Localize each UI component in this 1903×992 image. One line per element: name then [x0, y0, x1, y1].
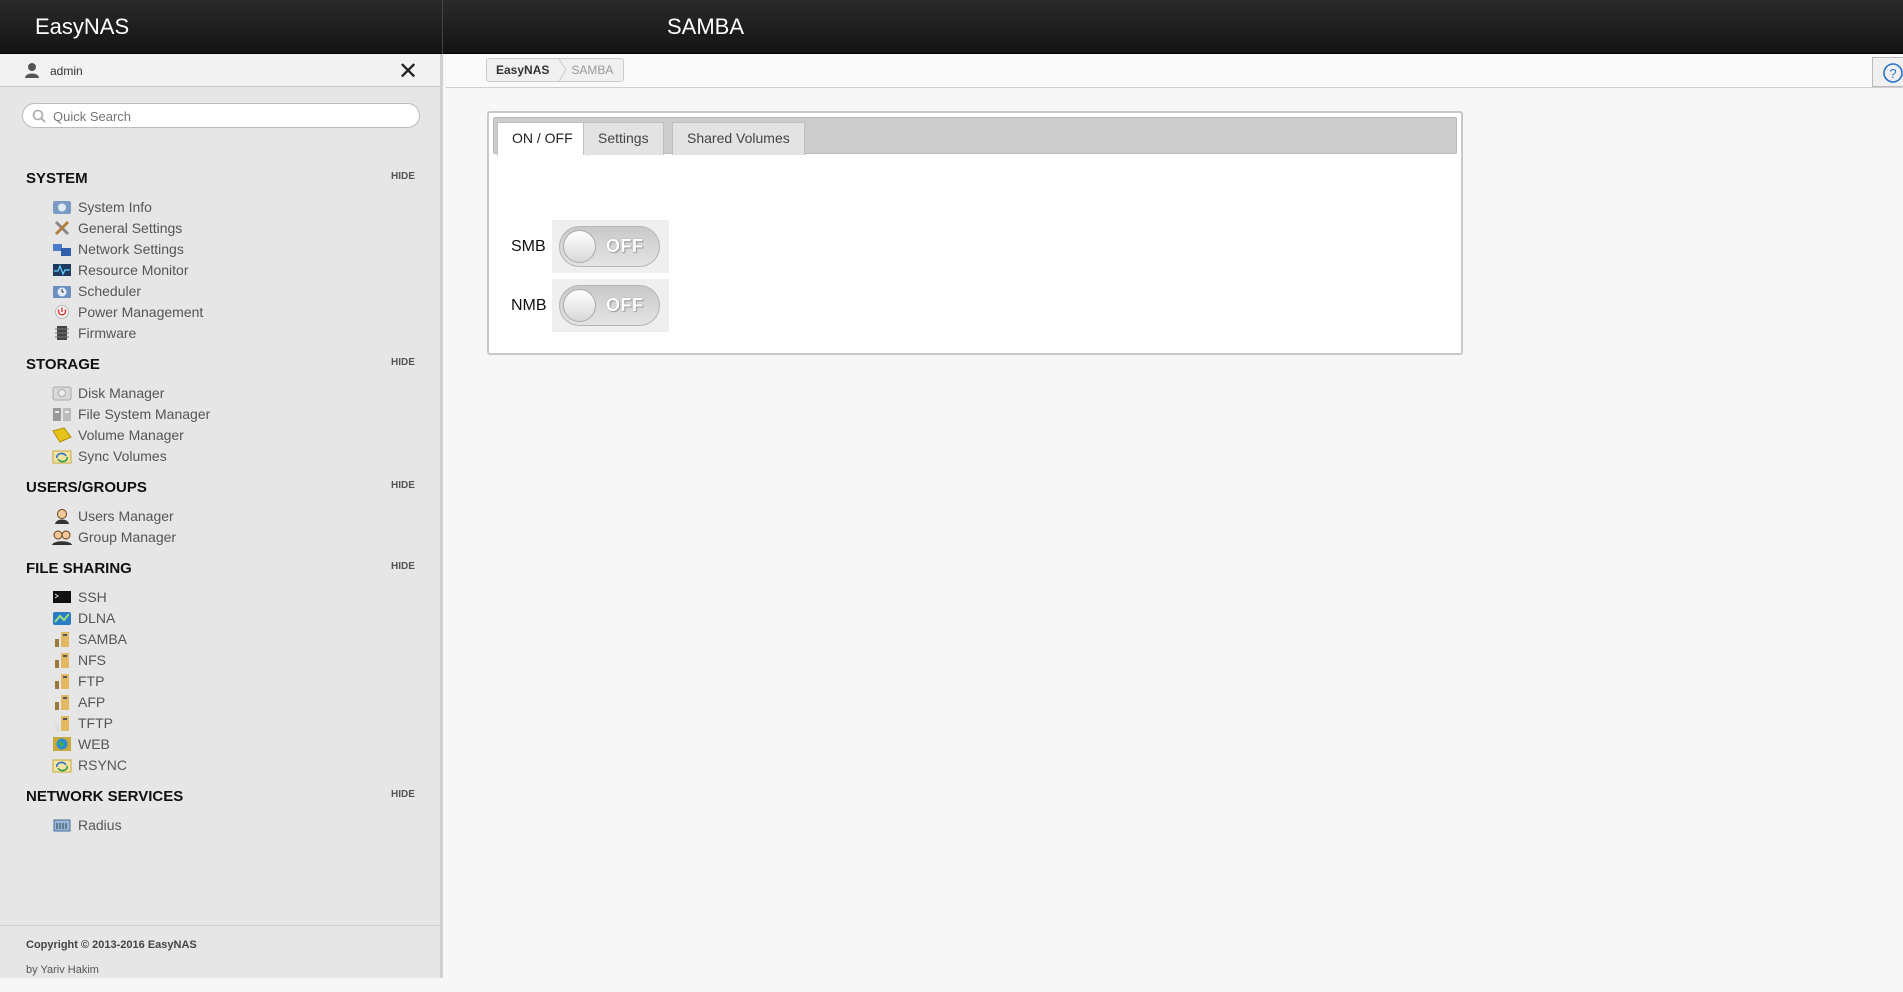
copyright-text: Copyright © 2013-2016 EasyNAS [26, 939, 197, 951]
top-bar: EasyNAS SAMBA [0, 0, 1903, 54]
sidebar: admin ✕ SYSTEM HIDE System Info General … [0, 54, 443, 978]
breadcrumb: EasyNAS SAMBA [486, 58, 625, 82]
share-icon [55, 632, 69, 647]
author-text: by Yariv Hakim [26, 964, 99, 976]
monitor-icon [53, 264, 71, 276]
section-storage: STORAGE [26, 356, 100, 373]
tools-icon [54, 220, 70, 236]
hide-storage-button[interactable]: HIDE [391, 357, 415, 368]
share-icon [55, 716, 69, 731]
nmb-label: NMB [511, 297, 547, 314]
smb-label: SMB [511, 238, 546, 255]
chip-icon [55, 326, 69, 340]
terminal-icon [53, 591, 71, 603]
app-brand[interactable]: EasyNAS [0, 0, 443, 54]
network-icon [53, 244, 71, 256]
breadcrumb-home[interactable]: EasyNAS [487, 59, 559, 81]
samba-panel: ON / OFF Settings Shared Volumes SMB OFF… [487, 111, 1463, 355]
smb-toggle[interactable]: OFF [552, 220, 669, 273]
user-bar: admin ✕ [0, 54, 440, 87]
toggle-track: OFF [559, 226, 660, 267]
search-icon [32, 109, 46, 123]
hide-users-button[interactable]: HIDE [391, 480, 415, 491]
quick-search[interactable] [22, 103, 420, 128]
disk-icon [52, 386, 72, 401]
radius-icon [53, 819, 71, 832]
power-icon [55, 305, 69, 319]
hide-system-button[interactable]: HIDE [391, 171, 415, 182]
section-file-sharing: FILE SHARING [26, 560, 132, 577]
share-icon [55, 695, 69, 710]
page-title: SAMBA [667, 14, 745, 39]
user-icon [25, 63, 39, 78]
hide-sharing-button[interactable]: HIDE [391, 561, 415, 572]
user-manager-icon [55, 509, 69, 524]
tab-settings[interactable]: Settings [583, 122, 664, 155]
help-icon: ? [1883, 63, 1903, 83]
group-icon [52, 530, 72, 545]
section-users-groups: USERS/GROUPS [26, 479, 147, 496]
info-icon [53, 201, 71, 214]
sync-icon [52, 759, 72, 773]
nmb-toggle[interactable]: OFF [552, 279, 669, 332]
filesystem-icon [53, 408, 71, 421]
share-icon [55, 674, 69, 689]
sync-icon [52, 450, 72, 464]
help-button[interactable]: ? [1872, 57, 1903, 87]
section-network-services: NETWORK SERVICES [26, 788, 184, 805]
globe-icon [53, 737, 71, 751]
tab-bar: ON / OFF Settings Shared Volumes [493, 117, 1457, 156]
hide-netservices-button[interactable]: HIDE [391, 789, 415, 800]
sidebar-footer: Copyright © 2013-2016 EasyNAS by Yariv H… [0, 925, 440, 978]
breadcrumb-bar: EasyNAS SAMBA [446, 54, 1903, 88]
breadcrumb-current: SAMBA [571, 63, 614, 77]
clock-icon [53, 286, 71, 298]
tab-on-off[interactable]: ON / OFF [497, 122, 588, 156]
toggle-knob [563, 289, 596, 322]
toggle-state: OFF [606, 295, 644, 315]
toggle-track: OFF [559, 285, 660, 326]
toggle-knob [563, 230, 596, 263]
volume-icon [52, 427, 72, 443]
section-system: SYSTEM [26, 170, 88, 187]
search-input[interactable] [53, 107, 408, 125]
close-icon[interactable]: ✕ [398, 57, 418, 86]
share-icon [55, 653, 69, 668]
breadcrumb-separator-icon [558, 58, 567, 82]
toggle-state: OFF [606, 236, 644, 256]
user-name[interactable]: admin [50, 64, 83, 78]
tab-shared-volumes[interactable]: Shared Volumes [672, 122, 805, 155]
dlna-icon [53, 612, 71, 625]
svg-text:?: ? [1889, 66, 1896, 81]
